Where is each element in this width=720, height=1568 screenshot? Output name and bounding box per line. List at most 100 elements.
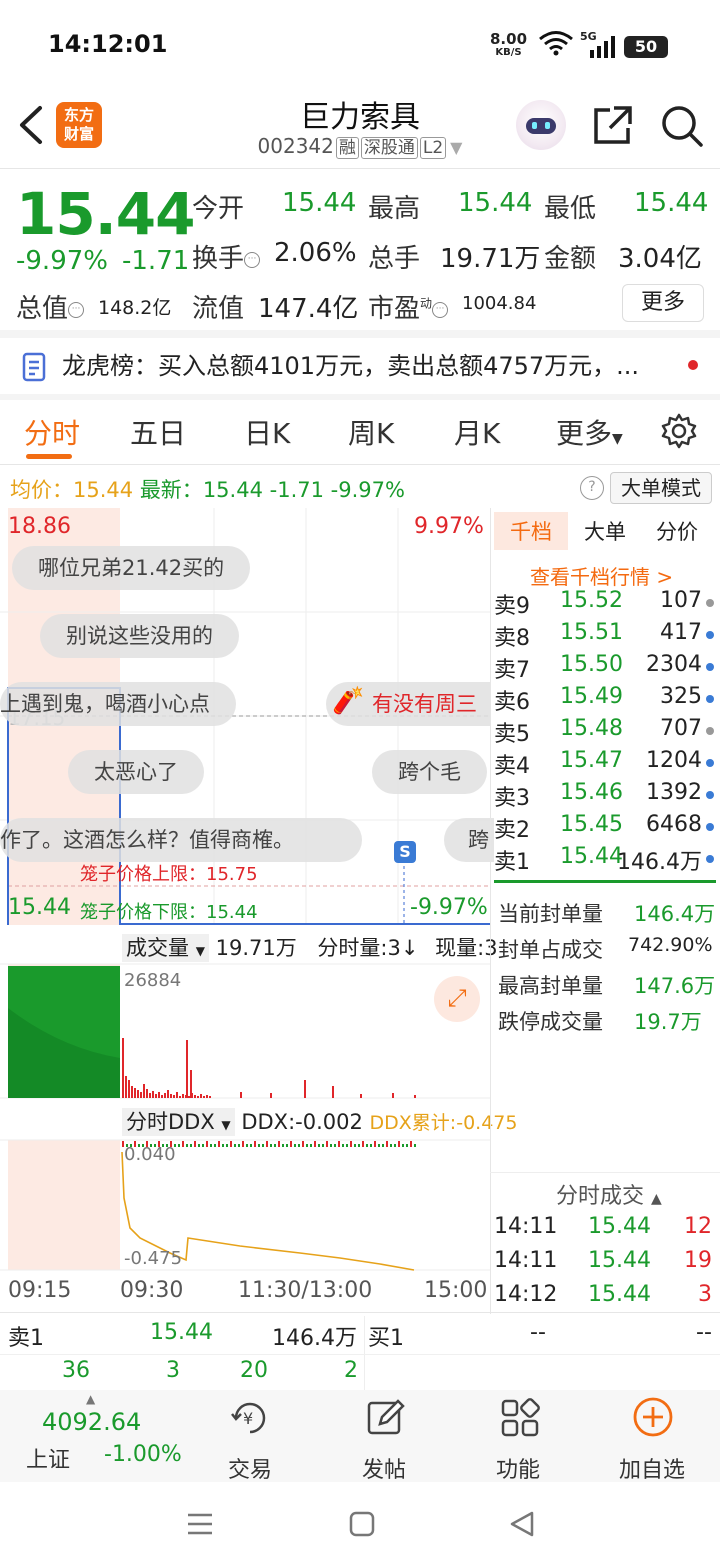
ddx-bar bbox=[194, 1141, 196, 1147]
orderbook-row[interactable]: 卖8 15.51 417 bbox=[494, 620, 716, 652]
comment-bubble[interactable]: 跨个毛 bbox=[372, 750, 487, 794]
orderbook-row[interactable]: 卖6 15.49 325 bbox=[494, 684, 716, 716]
s-marker-badge[interactable]: S bbox=[394, 841, 416, 863]
big-order-mode-button[interactable]: 大单模式 bbox=[610, 472, 712, 504]
ddx-bar bbox=[266, 1141, 268, 1147]
seal-stat-label: 封单占成交 bbox=[498, 938, 603, 962]
ddx-selector[interactable]: 分时DDX ▼ bbox=[122, 1108, 235, 1136]
tab-monthly-k[interactable]: 月K bbox=[454, 412, 500, 452]
level-volume: 2304 bbox=[646, 652, 702, 677]
level-price: 15.48 bbox=[560, 716, 623, 741]
volume-bar bbox=[332, 1086, 334, 1098]
back-triangle-icon[interactable] bbox=[508, 1510, 536, 1538]
expand-icon[interactable]: ⤢ bbox=[434, 976, 480, 1022]
ddx-bar bbox=[358, 1144, 360, 1147]
sell1-label: 卖1 bbox=[8, 1326, 44, 1351]
pe-label[interactable]: 市盈动 ··· bbox=[368, 288, 449, 325]
apps-icon[interactable] bbox=[500, 1398, 540, 1438]
ddx-bar bbox=[238, 1144, 240, 1147]
gear-icon[interactable] bbox=[660, 412, 698, 450]
tab-5day[interactable]: 五日 bbox=[130, 412, 186, 452]
volume-bar bbox=[304, 1080, 306, 1098]
help-icon[interactable]: ? bbox=[580, 476, 604, 500]
more-button[interactable]: 更多 bbox=[622, 284, 704, 322]
trade-icon[interactable]: ¥ bbox=[230, 1398, 270, 1438]
post-icon[interactable] bbox=[366, 1398, 406, 1438]
volume-bar bbox=[270, 1093, 272, 1098]
volume-bar bbox=[164, 1093, 166, 1098]
share-icon[interactable] bbox=[592, 104, 634, 146]
ddx-bar bbox=[342, 1144, 344, 1147]
trade-price: 15.44 bbox=[588, 1282, 651, 1307]
ddx-bar bbox=[258, 1144, 260, 1147]
level-dot bbox=[706, 599, 714, 607]
tab-daily-k[interactable]: 日K bbox=[244, 412, 290, 452]
nav-trade[interactable]: 交易 bbox=[200, 1452, 300, 1484]
comment-bubble[interactable]: 作了。这酒怎么样？值得商榷。 bbox=[0, 818, 362, 862]
tab-more[interactable]: 更多▼ bbox=[556, 412, 623, 452]
volume-value: 19.71万 bbox=[440, 244, 541, 274]
tab-weekly-k[interactable]: 周K bbox=[348, 412, 394, 452]
volume-bar bbox=[240, 1092, 242, 1098]
tab-intraday[interactable]: 分时 bbox=[24, 412, 80, 452]
view-levels-link[interactable]: 查看千档行情 > bbox=[530, 561, 673, 590]
level-volume: 107 bbox=[660, 588, 702, 613]
seal-stat-label: 最高封单量 bbox=[498, 974, 603, 998]
index-value[interactable]: 4092.64 bbox=[42, 1408, 141, 1436]
comment-bubble[interactable]: 跨 bbox=[444, 818, 494, 862]
time-label-close: 15:00 bbox=[424, 1278, 488, 1303]
level-label: 卖1 bbox=[494, 850, 530, 875]
volume-bar bbox=[179, 1096, 181, 1098]
index-name[interactable]: 上证 bbox=[26, 1442, 70, 1474]
trades-title[interactable]: 分时成交 ▲ bbox=[556, 1178, 662, 1210]
assistant-robot-icon[interactable] bbox=[516, 100, 566, 150]
orderbook-row[interactable]: 卖2 15.45 6468 bbox=[494, 812, 716, 844]
section-divider bbox=[0, 394, 720, 400]
level-label: 卖8 bbox=[494, 626, 530, 651]
tab-price-dist[interactable]: 分价 bbox=[656, 516, 698, 546]
orderbook-row[interactable]: 卖9 15.52 107 bbox=[494, 588, 716, 620]
cage-upper-label: 笼子价格上限：15.75 bbox=[80, 864, 258, 885]
dragon-tiger-notice[interactable]: 龙虎榜：买入总额4101万元，卖出总额4757万元，... bbox=[62, 346, 720, 381]
volume-bar bbox=[134, 1088, 136, 1098]
level-price: 15.51 bbox=[560, 620, 623, 645]
trades-divider bbox=[490, 1172, 720, 1173]
search-icon[interactable] bbox=[660, 104, 704, 148]
orderbook-row[interactable]: 卖5 15.48 707 bbox=[494, 716, 716, 748]
nav-post[interactable]: 发帖 bbox=[334, 1452, 434, 1484]
orderbook-row[interactable]: 卖1 15.44 146.4万 bbox=[494, 844, 716, 876]
nav-add-watchlist[interactable]: 加自选 bbox=[602, 1452, 702, 1484]
home-icon[interactable] bbox=[348, 1510, 376, 1538]
orderbook-row[interactable]: 卖7 15.50 2304 bbox=[494, 652, 716, 684]
chart-info-line: 均价：15.44 最新：15.44 -1.71 -9.97% bbox=[10, 474, 405, 504]
turnover-label-text: 换手 bbox=[192, 244, 245, 274]
orderbook-row[interactable]: 卖4 15.47 1204 bbox=[494, 748, 716, 780]
ddx-bar bbox=[210, 1144, 212, 1147]
tab-thousand-levels[interactable]: 千档 bbox=[510, 516, 552, 546]
ddx-bar bbox=[198, 1144, 200, 1147]
orderbook-row[interactable]: 卖3 15.46 1392 bbox=[494, 780, 716, 812]
info-dots-icon: ··· bbox=[432, 301, 449, 318]
comment-bubble[interactable]: 别说这些没用的 bbox=[40, 614, 239, 658]
volume-bar bbox=[149, 1093, 151, 1098]
turnover-label[interactable]: 换手 ··· bbox=[192, 238, 261, 275]
nav-function[interactable]: 功能 bbox=[468, 1452, 568, 1484]
menu-icon[interactable] bbox=[186, 1510, 214, 1538]
ddx-bar bbox=[366, 1144, 368, 1147]
ddx-bar bbox=[398, 1141, 400, 1147]
add-circle-icon[interactable] bbox=[632, 1396, 674, 1438]
tab-big-orders[interactable]: 大单 bbox=[584, 516, 626, 546]
volume-bar bbox=[190, 1070, 192, 1098]
net-speed-unit: KB/S bbox=[495, 47, 522, 58]
ddx-value: DDX:-0.002 bbox=[241, 1110, 363, 1134]
ddx-top: 0.040 bbox=[124, 1144, 176, 1165]
comment-bubble[interactable]: 上遇到鬼，喝酒小心点 bbox=[0, 682, 236, 726]
index-pct[interactable]: -1.00% bbox=[104, 1442, 182, 1467]
mktcap-label[interactable]: 总值 ··· bbox=[16, 288, 85, 325]
volume-bar bbox=[206, 1095, 208, 1098]
volume-selector[interactable]: 成交量 ▼ bbox=[122, 934, 209, 962]
low-label: 最低 bbox=[544, 194, 597, 224]
comment-bubble[interactable]: 太恶心了 bbox=[68, 750, 204, 794]
comment-bubble[interactable]: 哪位兄弟21.42买的 bbox=[12, 546, 251, 590]
ddx-selector-label: 分时DDX bbox=[126, 1110, 215, 1134]
